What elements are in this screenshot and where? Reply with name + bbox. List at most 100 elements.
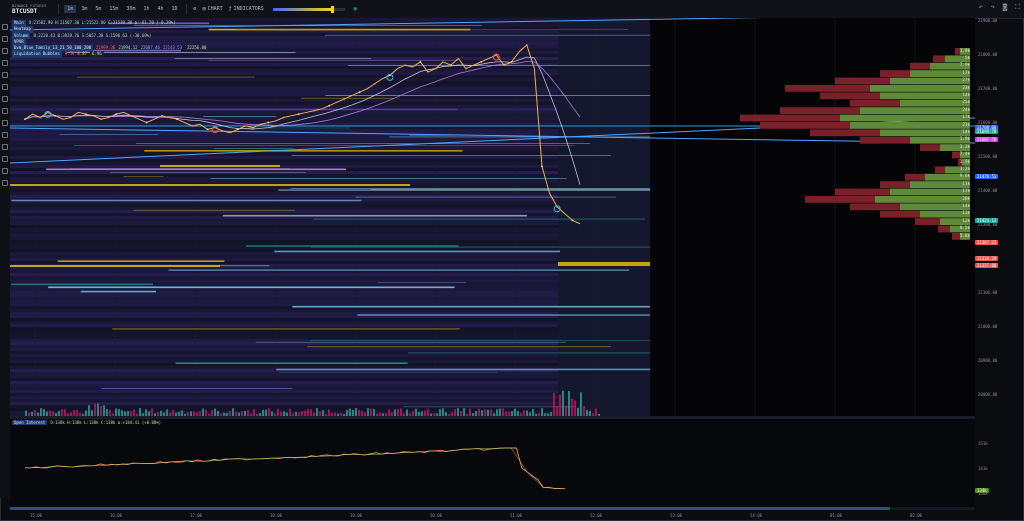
fib-tool-icon[interactable] [2, 72, 8, 78]
volume-bar [241, 411, 243, 416]
price-tick: 21400.00 [978, 188, 998, 193]
timeframe-15m[interactable]: 15m [106, 5, 121, 13]
volume-bar [436, 413, 438, 416]
timeframe-30m[interactable]: 30m [123, 5, 138, 13]
timeframe-1h[interactable]: 1h [140, 5, 152, 13]
price-tick: 21100.00 [978, 290, 998, 295]
measure-tool-icon[interactable] [2, 120, 8, 126]
heatmap-band [10, 102, 558, 105]
chart-button[interactable]: ▤ CHART [203, 6, 223, 12]
symbol-selector[interactable]: BINANCE FUTURES BTCUSDT [0, 0, 54, 18]
oi-axis[interactable]: 151k 141k 136k 134k [975, 416, 1024, 504]
vp-sell-bar [905, 173, 925, 181]
volume-bar [181, 410, 183, 416]
trash-tool-icon[interactable] [2, 180, 8, 186]
volume-bar [115, 408, 117, 416]
price-tag: 21424.12 [975, 218, 999, 223]
volume-bar [73, 410, 75, 416]
volume-bar [574, 400, 576, 416]
redo-icon[interactable]: ↷ [991, 3, 995, 12]
layout-button[interactable]: ▣ [354, 6, 357, 12]
legend-liq-v2: 4.87 [77, 51, 88, 57]
time-tick: 18:00 [270, 513, 283, 518]
undo-icon[interactable]: ↶ [978, 3, 982, 12]
volume-bar [487, 409, 489, 416]
heatmap-band [10, 300, 558, 303]
price-tag: 21479.53 [975, 174, 999, 179]
heatmap-band [10, 228, 558, 231]
timeframe-3m[interactable]: 3m [78, 5, 90, 13]
volume-bar [112, 413, 114, 416]
timeframe-5m[interactable]: 5m [92, 5, 104, 13]
brush-tool-icon[interactable] [2, 96, 8, 102]
vp-sell-bar [910, 62, 930, 70]
heatmap-opacity-slider[interactable] [272, 5, 345, 13]
heatmap-band [10, 81, 558, 84]
volume-bar [376, 413, 378, 416]
candle-style-button[interactable]: ⚙ [194, 6, 197, 12]
price-tag: 21694.70 [975, 129, 999, 134]
fullscreen-icon[interactable]: ⛶ [1015, 3, 1020, 12]
oi-label[interactable]: Open Interest [12, 420, 48, 425]
volume-bar [253, 409, 255, 416]
zoom-tool-icon[interactable] [2, 132, 8, 138]
volume-bar [427, 408, 429, 416]
price-tag: 21334.29 [975, 256, 999, 261]
rectangle-tool-icon[interactable] [2, 84, 8, 90]
volume-bar [301, 411, 303, 416]
legend-main-values: O:21502.90 H:21507.30 L:21522.00 C:21530… [28, 20, 176, 25]
volume-bar [412, 410, 414, 416]
chart-icon: ▤ [202, 6, 206, 12]
vp-label: 14k [962, 91, 970, 97]
camera-icon[interactable]: ◙ [1003, 3, 1007, 12]
timeframe-1m[interactable]: 1m [64, 5, 77, 13]
horizontal-line-tool-icon[interactable] [2, 48, 8, 54]
volume-bar [319, 411, 321, 416]
price-point [343, 98, 346, 100]
heatmap-band [10, 294, 558, 297]
volume-bar [37, 412, 39, 416]
price-point [404, 64, 407, 67]
heatmap-band [10, 90, 558, 93]
legend-liquidations[interactable]: Liquidation Bubbles 9.5k 4.87 6.96 [12, 51, 208, 58]
price-tag: 21687.76 [975, 137, 999, 142]
time-axis[interactable]: 15:00 16:00 17:00 18:00 19:00 20:00 21:00 22:00… [10, 510, 975, 521]
price-tick: 21900.00 [978, 18, 998, 23]
pane-separator[interactable] [10, 416, 975, 419]
symbol-name: BTCUSDT [12, 8, 38, 15]
cursor-tool-icon[interactable] [2, 24, 8, 30]
heatmap-band [10, 138, 558, 141]
lock-tool-icon[interactable] [2, 156, 8, 162]
text-tool-icon[interactable] [2, 108, 8, 114]
volume-bar [34, 410, 36, 416]
vp-label: 20k [962, 195, 970, 201]
eye-tool-icon[interactable] [2, 168, 8, 174]
indicators-button[interactable]: ƒ INDICATORS [229, 6, 264, 12]
chart-button-label: CHART [207, 6, 223, 12]
vp-sell-bar [810, 129, 880, 137]
vp-label: 23k [962, 84, 970, 90]
heatmap-band [10, 156, 558, 159]
heatmap-band [10, 273, 558, 276]
volume-bar [160, 410, 162, 416]
timeframe-4h[interactable]: 4h [154, 5, 166, 13]
price-point [252, 126, 254, 129]
time-tick: 23:00 [670, 513, 683, 518]
vp-label: 3.2k [959, 165, 970, 171]
volume-bar [517, 411, 519, 416]
magnet-tool-icon[interactable] [2, 144, 8, 150]
vp-sell-bar [920, 144, 940, 151]
main-chart[interactable] [10, 18, 975, 508]
legend-bands-v2: 21994.12 [118, 45, 138, 51]
volume-bar [121, 410, 123, 416]
slider-knob[interactable] [330, 5, 334, 13]
timeframe-1d[interactable]: 1D [169, 5, 181, 13]
legend-bands-v5: 22256.00 [185, 45, 209, 52]
price-point [236, 128, 239, 131]
volume-bar [529, 412, 531, 416]
trendline-tool-icon[interactable] [2, 36, 8, 42]
volume-bar [466, 413, 468, 416]
ray-tool-icon[interactable] [2, 60, 8, 66]
price-axis[interactable]: 21900.00 21800.00 21700.00 21600.00 21500.00… [975, 18, 1024, 416]
vp-sell-bar [820, 92, 880, 100]
